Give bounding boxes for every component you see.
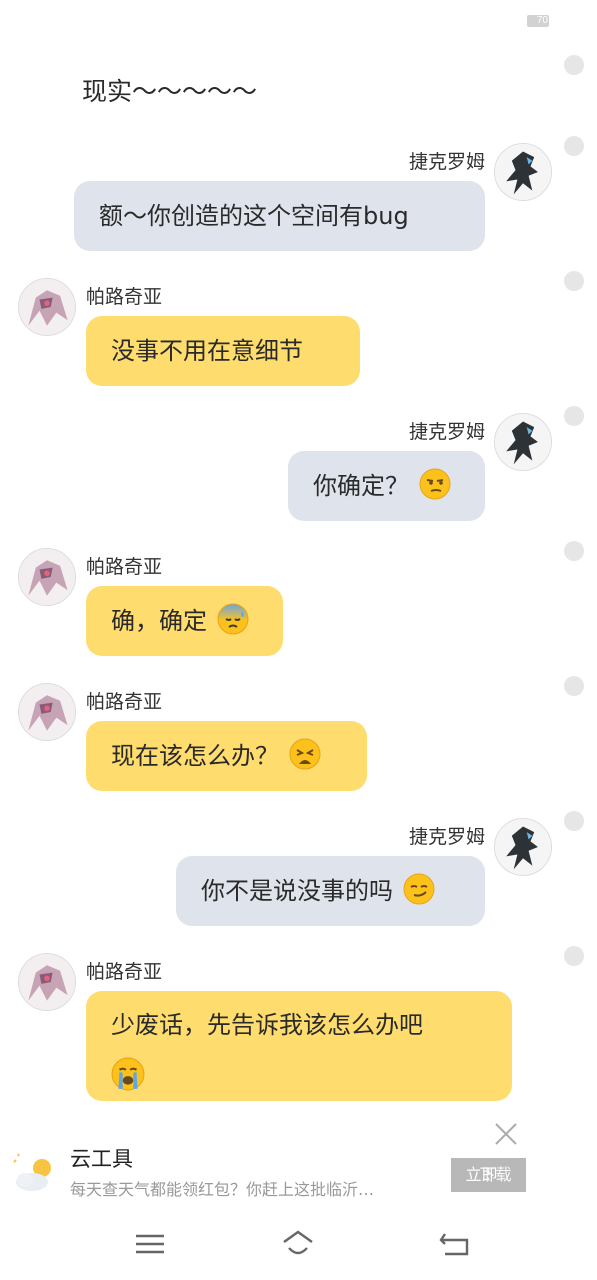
avatar-jekrom[interactable] — [494, 818, 552, 876]
weather-icon — [13, 1153, 51, 1191]
avatar-jekrom[interactable] — [494, 143, 552, 201]
message-text: 现在该怎么办？ — [111, 742, 279, 770]
message-bubble[interactable]: 你不是说没事的吗 — [176, 856, 485, 926]
avatar-palkia[interactable] — [18, 278, 76, 336]
speaker-name: 帕路奇亚 — [86, 691, 163, 713]
message-text: 你不是说没事的吗 — [201, 877, 393, 905]
ad-description[interactable]: 每天查天气都能领红包？你赶上这批临沂… — [70, 1176, 448, 1200]
speaker-name: 捷克罗姆 — [408, 826, 485, 848]
dragon-icon — [19, 954, 75, 1010]
message-bubble[interactable]: 少废话，先告诉我该怎么办吧 — [86, 991, 512, 1101]
message-text: 额～你创造的这个空间有bug — [99, 202, 409, 230]
chat-screen: 70 现实～～～～～ 捷克罗姆 额～你创造的这个空间有bug 帕路奇亚 没事不用… — [0, 0, 597, 1280]
speaker-name: 帕路奇亚 — [86, 961, 163, 983]
speaker-name: 帕路奇亚 — [86, 556, 163, 578]
message-bubble[interactable]: 确，确定 — [86, 586, 283, 656]
message-text: 确，确定 — [111, 607, 207, 635]
message-text: 你确定？ — [313, 472, 409, 500]
smirking-face-icon — [403, 873, 435, 905]
dragon-icon — [19, 279, 75, 335]
unamused-face-icon — [419, 468, 451, 500]
ad-button-overlay: 下载 — [479, 1165, 512, 1184]
message-text: 少废话，先告诉我该怎么办吧 — [111, 1011, 423, 1039]
anxious-face-with-sweat-icon — [217, 603, 249, 635]
speaker-name: 帕路奇亚 — [86, 286, 163, 308]
close-icon[interactable] — [492, 1120, 520, 1148]
home-icon[interactable] — [280, 1228, 316, 1260]
dragon-icon — [495, 144, 551, 200]
battery-indicator: 70 — [527, 15, 549, 27]
select-dot[interactable] — [564, 406, 584, 426]
select-dot[interactable] — [564, 946, 584, 966]
message-bubble[interactable]: 没事不用在意细节 — [86, 316, 360, 386]
dragon-icon — [19, 549, 75, 605]
avatar-palkia[interactable] — [18, 548, 76, 606]
message-bubble[interactable]: 额～你创造的这个空间有bug — [74, 181, 485, 251]
speaker-name: 捷克罗姆 — [408, 151, 485, 173]
speaker-name: 捷克罗姆 — [408, 421, 485, 443]
back-icon[interactable] — [437, 1228, 473, 1260]
weary-face-icon — [289, 738, 321, 770]
select-dot[interactable] — [564, 676, 584, 696]
select-dot[interactable] — [564, 811, 584, 831]
dragon-icon — [495, 414, 551, 470]
avatar-palkia[interactable] — [18, 953, 76, 1011]
avatar-jekrom[interactable] — [494, 413, 552, 471]
avatar-palkia[interactable] — [18, 683, 76, 741]
select-dot[interactable] — [564, 541, 584, 561]
narration-text: 现实～～～～～ — [82, 77, 258, 106]
dragon-icon — [495, 819, 551, 875]
message-text: 没事不用在意细节 — [111, 337, 303, 365]
select-dot[interactable] — [564, 55, 584, 75]
message-bubble[interactable]: 现在该怎么办？ — [86, 721, 367, 791]
menu-icon[interactable] — [132, 1228, 168, 1260]
select-dot[interactable] — [564, 136, 584, 156]
select-dot[interactable] — [564, 271, 584, 291]
message-bubble[interactable]: 你确定？ — [288, 451, 485, 521]
ad-action-button[interactable]: 立即下载 — [451, 1158, 526, 1192]
ad-title[interactable]: 云工具 — [70, 1143, 133, 1173]
loudly-crying-face-icon — [111, 1057, 145, 1091]
dragon-icon — [19, 684, 75, 740]
